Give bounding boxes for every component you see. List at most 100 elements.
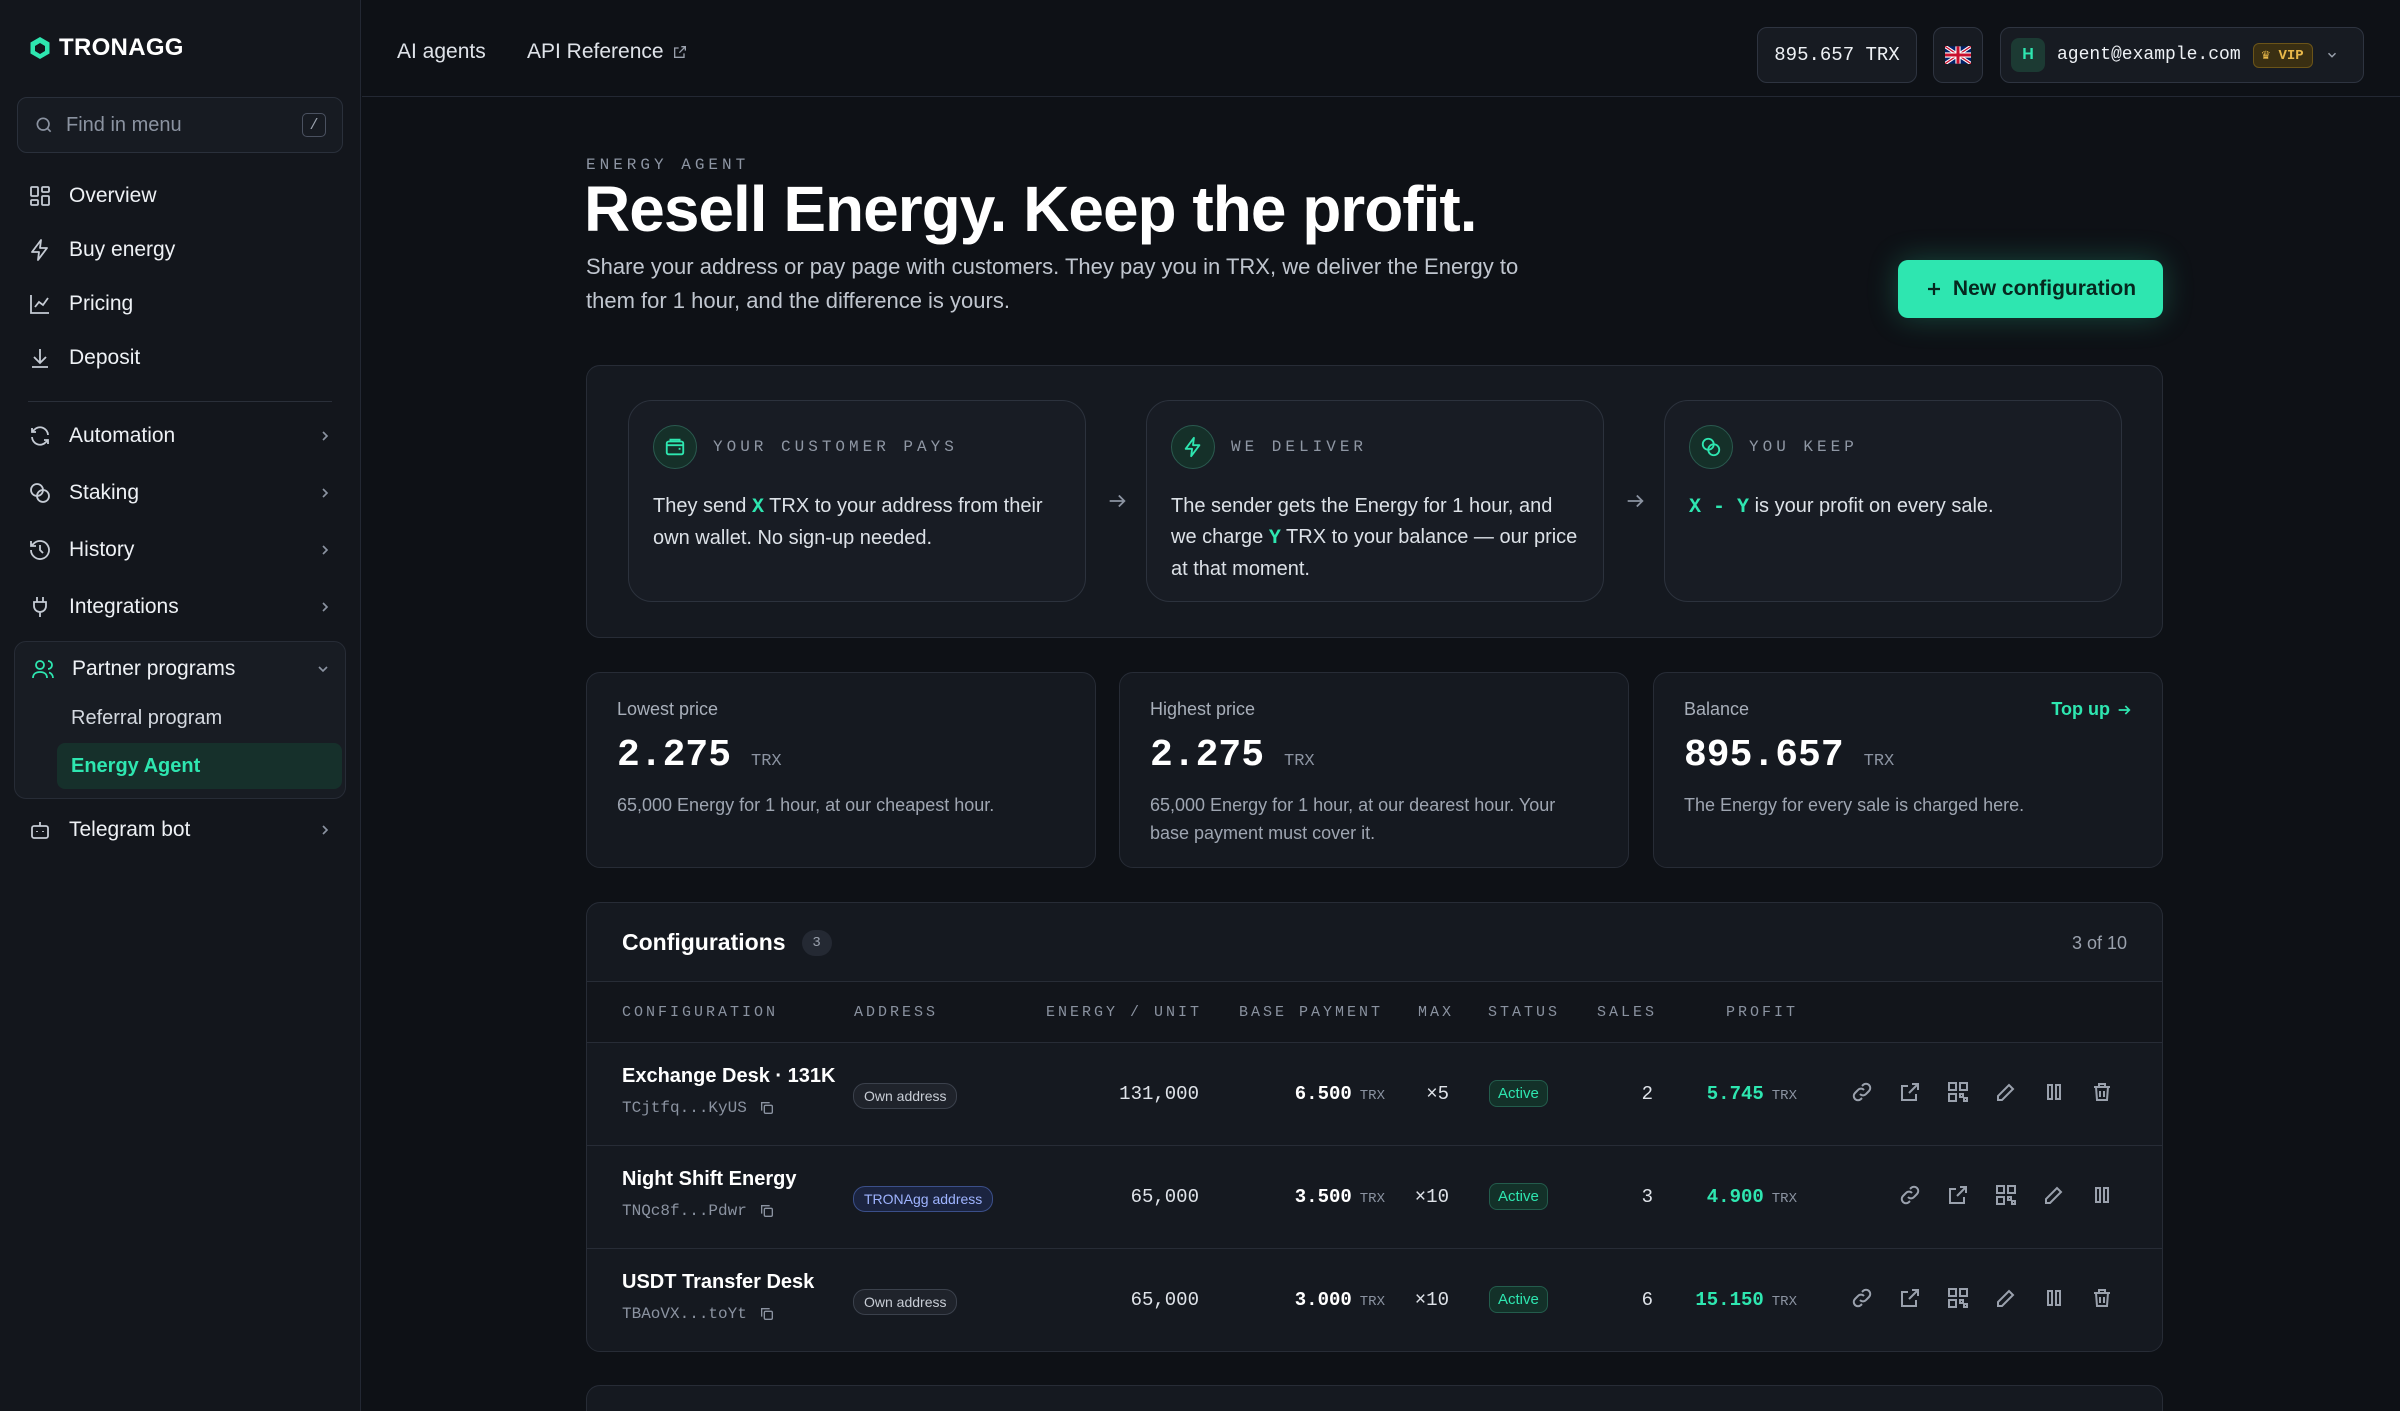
max-multiplier: ×10 <box>1414 1186 1449 1208</box>
step-text-pre: They send <box>653 495 752 517</box>
edit-icon[interactable] <box>2042 1183 2066 1207</box>
address-text: TBAoVX...toYt <box>622 1305 747 1323</box>
account-menu[interactable]: H agent@example.com ♛ VIP <box>2000 27 2364 83</box>
sidebar-item-telegram-bot[interactable]: Telegram bot <box>28 810 333 850</box>
sidebar-label: Partner programs <box>72 657 236 680</box>
plug-icon <box>33 597 47 617</box>
trash-icon[interactable] <box>2090 1286 2114 1310</box>
sidebar-item-energy-agent[interactable]: Energy Agent <box>57 743 342 789</box>
page-subtitle: Share your address or pay page with cust… <box>586 254 1519 313</box>
config-count-badge: 3 <box>801 929 832 956</box>
link-icon[interactable] <box>1850 1080 1874 1104</box>
qr-code-icon[interactable] <box>1946 1080 1970 1104</box>
base-payment: 6.500 TRX <box>1295 1083 1385 1105</box>
step-text-post: is your profit on every sale. <box>1749 495 1994 517</box>
status-badge: Active <box>1489 1286 1548 1313</box>
config-address: TCjtfq...KyUS <box>622 1099 775 1117</box>
config-name[interactable]: USDT Transfer Desk <box>622 1271 814 1294</box>
chevron-right-icon <box>322 431 329 441</box>
edit-icon[interactable] <box>1994 1286 2018 1310</box>
base-payment-value: 3.000 <box>1294 1289 1352 1311</box>
row-actions <box>1898 1183 2114 1207</box>
ai-agents-link[interactable]: AI agents <box>397 40 486 64</box>
chevron-right-icon <box>322 488 329 498</box>
arrow-right-icon <box>1109 494 1126 508</box>
trash-icon[interactable] <box>2090 1080 2114 1104</box>
brand-logo[interactable]: TRONAGG <box>29 34 184 62</box>
copy-icon[interactable] <box>759 1100 775 1116</box>
variable-x-minus-y: X - Y <box>1689 496 1750 519</box>
users-icon <box>32 660 54 679</box>
lowest-price-card: Lowest price 2.275 TRX 65,000 Energy for … <box>586 672 1096 868</box>
pause-icon[interactable] <box>2042 1080 2066 1104</box>
column-header-profit: PROFIT <box>1726 1004 1799 1021</box>
config-name[interactable]: Exchange Desk · 131K <box>622 1065 835 1088</box>
copy-icon[interactable] <box>759 1306 775 1322</box>
copy-icon[interactable] <box>759 1203 775 1219</box>
card-description: 65,000 Energy for 1 hour, at our dearest… <box>1150 795 1556 843</box>
sales-count: 6 <box>1641 1289 1653 1311</box>
top-up-label: Top up <box>2051 699 2110 719</box>
avatar: H <box>2011 38 2045 72</box>
sidebar-item-pricing[interactable]: Pricing <box>28 284 333 324</box>
avatar-initial: H <box>2022 46 2034 63</box>
table-row[interactable]: Exchange Desk · 131K TCjtfq...KyUS Own a… <box>587 1043 2162 1146</box>
api-reference-label: API Reference <box>527 40 664 63</box>
qr-code-icon[interactable] <box>1946 1286 1970 1310</box>
next-section-card <box>586 1385 2163 1411</box>
row-actions <box>1850 1080 2114 1104</box>
card-value: 2.275 <box>1150 734 1265 777</box>
external-link-icon[interactable] <box>1898 1080 1922 1104</box>
refresh-icon <box>31 426 49 446</box>
pause-icon[interactable] <box>2042 1286 2066 1310</box>
currency-unit: TRX <box>1771 1294 1797 1310</box>
new-configuration-button[interactable]: New configuration <box>1898 260 2163 318</box>
api-reference-link[interactable]: API Reference <box>527 40 688 64</box>
currency-unit: TRX <box>1359 1294 1385 1310</box>
sidebar-item-buy-energy[interactable]: Buy energy <box>28 230 333 270</box>
chevron-down-icon <box>318 666 328 673</box>
vip-badge: ♛ VIP <box>2252 42 2313 68</box>
link-icon[interactable] <box>1850 1286 1874 1310</box>
pause-icon[interactable] <box>2090 1183 2114 1207</box>
card-description: 65,000 Energy for 1 hour, at our cheapes… <box>617 795 995 815</box>
sidebar-item-integrations[interactable]: Integrations <box>28 587 333 627</box>
link-icon[interactable] <box>1898 1183 1922 1207</box>
hexagon-logo-icon <box>30 37 50 59</box>
energy-per-unit: 65,000 <box>1130 1186 1199 1208</box>
row-actions <box>1850 1286 2114 1310</box>
qr-code-icon[interactable] <box>1994 1183 2018 1207</box>
sidebar-item-partner-programs[interactable]: Partner programs <box>31 649 331 689</box>
sidebar-item-automation[interactable]: Automation <box>28 416 333 456</box>
table-row[interactable]: USDT Transfer Desk TBAoVX...toYt Own add… <box>587 1249 2162 1351</box>
coins-icon <box>30 483 50 503</box>
sidebar-label: Integrations <box>69 595 179 618</box>
sidebar-item-referral-program[interactable]: Referral program <box>71 707 222 730</box>
sidebar-item-staking[interactable]: Staking <box>28 473 333 513</box>
uk-flag-icon <box>1945 46 1971 64</box>
highest-price-card: Highest price 2.275 TRX 65,000 Energy for… <box>1119 672 1629 868</box>
sidebar-item-overview[interactable]: Overview <box>28 176 333 216</box>
table-row[interactable]: Night Shift Energy TNQc8f...Pdwr TRONAgg… <box>587 1146 2162 1249</box>
top-up-link[interactable]: Top up <box>2051 699 2132 720</box>
base-payment: 3.000 TRX <box>1295 1289 1385 1311</box>
sidebar-item-history[interactable]: History <box>28 530 333 570</box>
download-icon <box>32 349 48 368</box>
chevron-right-icon <box>322 545 329 555</box>
sidebar-item-deposit[interactable]: Deposit <box>28 338 333 378</box>
edit-icon[interactable] <box>1994 1080 2018 1104</box>
external-link-icon[interactable] <box>1898 1286 1922 1310</box>
arrow-right-icon <box>2118 704 2131 715</box>
config-name[interactable]: Night Shift Energy <box>622 1168 796 1191</box>
language-switcher[interactable] <box>1933 27 1983 83</box>
variable-x: X <box>751 496 764 519</box>
step-text: X - Y is your profit on every sale. <box>1689 491 2097 523</box>
sidebar-label: Telegram bot <box>69 818 191 841</box>
menu-search-input[interactable]: Find in menu / <box>17 97 343 153</box>
config-address: TNQc8f...Pdwr <box>622 1202 775 1220</box>
step-title: YOUR CUSTOMER PAYS <box>713 438 958 456</box>
balance-pill[interactable]: 895.657 TRX <box>1757 27 1917 83</box>
external-link-icon[interactable] <box>1946 1183 1970 1207</box>
chart-icon <box>30 295 49 314</box>
card-unit: TRX <box>1863 752 1895 771</box>
